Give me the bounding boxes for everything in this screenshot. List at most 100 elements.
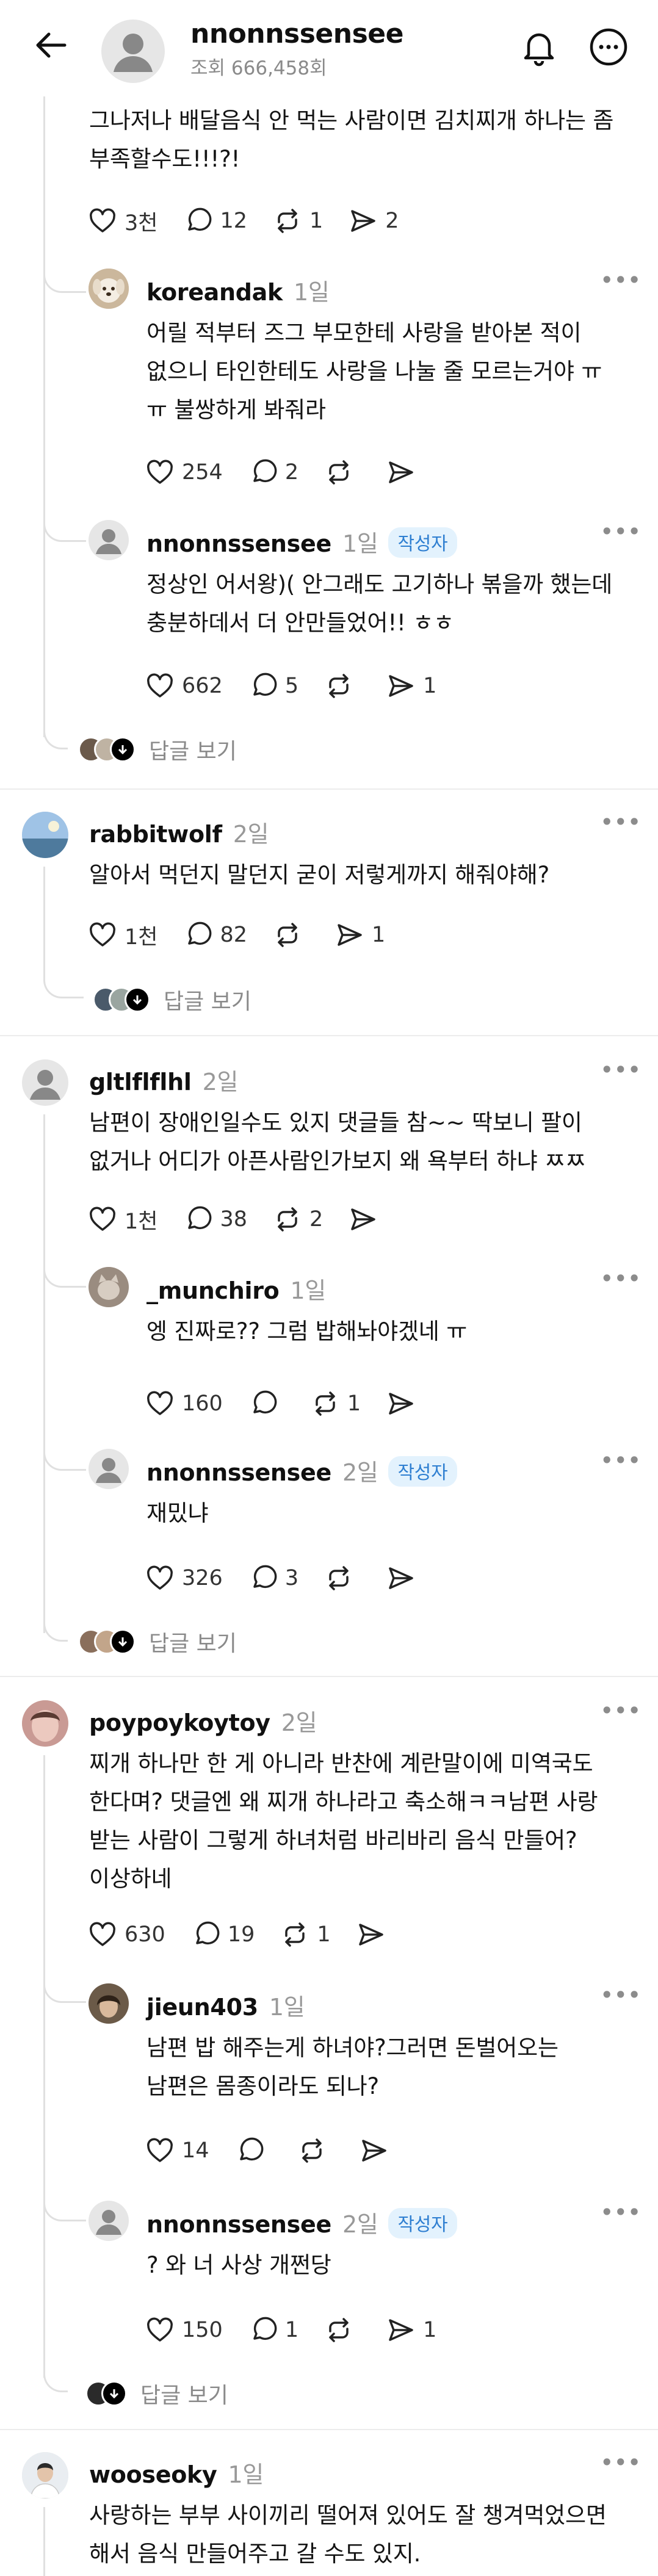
repost-button[interactable]: 2	[272, 1203, 323, 1235]
comment-username[interactable]: _munchiro 1일	[146, 1272, 326, 1305]
comment-time: 1일	[293, 279, 330, 306]
repost-button[interactable]: 1	[279, 1919, 331, 1950]
more-icon[interactable]: •••	[601, 520, 642, 543]
like-button[interactable]: 3천	[87, 205, 157, 237]
heart-icon	[90, 208, 115, 233]
comment-username[interactable]: rabbitwolf 2일	[89, 815, 269, 849]
reply-button[interactable]	[247, 1388, 285, 1420]
repost-icon	[329, 460, 349, 485]
comment-actions: 3천 12 1 2	[87, 204, 424, 238]
view-replies-link[interactable]: 답글 보기	[93, 984, 251, 1016]
repost-button[interactable]	[323, 456, 361, 488]
profile-avatar[interactable]	[101, 20, 165, 83]
bell-icon[interactable]	[519, 27, 559, 67]
more-options-icon[interactable]	[587, 26, 630, 68]
user-avatar[interactable]	[89, 1267, 129, 1307]
comment-username[interactable]: nnonnssensee 1일 작성자	[146, 525, 458, 558]
like-button[interactable]: 662	[144, 670, 223, 702]
user-avatar[interactable]	[22, 1700, 68, 1747]
share-button[interactable]	[385, 456, 423, 488]
reply-button[interactable]: 82	[182, 919, 247, 951]
comment-text: 알아서 먹던지 말던지 굳이 저렇게까지 해줘야해?	[89, 862, 550, 888]
repost-button[interactable]: 1	[272, 205, 323, 237]
repost-button[interactable]	[323, 670, 361, 702]
comment-username[interactable]: koreandak 1일	[146, 273, 330, 307]
more-icon[interactable]: •••	[601, 1699, 642, 1722]
like-button[interactable]: 14	[144, 2135, 209, 2167]
like-button[interactable]: 1천	[87, 1203, 157, 1235]
share-button[interactable]: 2	[347, 205, 399, 237]
repost-button[interactable]	[272, 919, 309, 951]
user-avatar[interactable]	[89, 1449, 129, 1489]
user-avatar[interactable]	[22, 1059, 68, 1106]
user-avatar[interactable]	[22, 2452, 68, 2498]
more-icon[interactable]: •••	[601, 1449, 642, 1472]
comment-time: 2일	[342, 1459, 378, 1486]
author-badge: 작성자	[388, 2208, 458, 2239]
reply-button[interactable]: 1	[247, 2314, 298, 2346]
like-button[interactable]: 254	[144, 456, 223, 488]
share-icon	[361, 2140, 386, 2162]
share-button[interactable]: 1	[385, 670, 436, 702]
view-replies-link[interactable]: 답글 보기	[78, 734, 237, 765]
comment-username[interactable]: wooseoky 1일	[89, 2456, 264, 2489]
share-button[interactable]	[347, 1203, 385, 1235]
user-avatar[interactable]	[89, 269, 129, 309]
profile-username[interactable]: nnonnssensee	[190, 18, 403, 49]
comment-username[interactable]: poypoykoytoy 2일	[89, 1704, 317, 1737]
reply-button[interactable]: 2	[247, 456, 298, 488]
heart-icon	[147, 2138, 173, 2162]
like-button[interactable]: 160	[144, 1388, 223, 1420]
more-icon[interactable]: •••	[601, 810, 642, 834]
reply-button[interactable]	[234, 2135, 272, 2167]
divider	[0, 2429, 658, 2430]
comment-text: 어릴 적부터 즈그 부모한테 사랑을 받아본 적이 없으니 타인한테도 사랑을 …	[146, 320, 602, 423]
reply-avatars	[93, 987, 150, 1012]
more-icon[interactable]: •••	[601, 1267, 642, 1290]
view-replies-link[interactable]: 답글 보기	[78, 1626, 237, 1658]
share-button[interactable]: 1	[334, 919, 385, 951]
like-button[interactable]: 630	[87, 1919, 165, 1950]
share-button[interactable]	[385, 1388, 423, 1420]
user-avatar[interactable]	[22, 812, 68, 858]
reply-button[interactable]: 19	[190, 1919, 255, 1950]
more-icon[interactable]: •••	[601, 269, 642, 292]
comment-username[interactable]: nnonnssensee 2일 작성자	[146, 2206, 458, 2239]
comment-text: 정상인 어서왕)( 안그래도 고기하나 볶을까 했는데 충분하데서 더 안만들었…	[146, 571, 613, 636]
repost-button[interactable]	[296, 2135, 334, 2167]
more-icon[interactable]: •••	[601, 1983, 642, 2007]
reply-button[interactable]: 3	[247, 1562, 298, 1594]
repost-icon	[278, 209, 297, 233]
comment-icon	[196, 1921, 220, 1945]
share-button[interactable]: 1	[385, 2314, 436, 2346]
repost-button[interactable]	[323, 2314, 361, 2346]
more-icon[interactable]: •••	[601, 2451, 642, 2474]
comment-username[interactable]: gltlflflhl 2일	[89, 1063, 238, 1097]
share-button[interactable]	[385, 1562, 423, 1594]
share-button[interactable]	[358, 2135, 396, 2167]
comment-actions: 1천 38 2	[87, 1202, 410, 1236]
more-icon[interactable]: •••	[601, 2201, 642, 2224]
repost-button[interactable]	[323, 1562, 361, 1594]
comment-text: 남편이 장애인일수도 있지 댓글들 참~~ 딱보니 팔이 없거나 어디가 아픈사…	[89, 1109, 586, 1174]
share-icon	[389, 461, 413, 483]
user-avatar[interactable]	[89, 520, 129, 560]
share-icon	[389, 1567, 413, 1589]
repost-button[interactable]: 1	[309, 1388, 361, 1420]
like-button[interactable]: 150	[144, 2314, 223, 2346]
reply-button[interactable]: 38	[182, 1203, 247, 1235]
user-avatar[interactable]	[89, 1983, 129, 2024]
reply-button[interactable]: 12	[182, 205, 247, 237]
reply-button[interactable]: 5	[247, 670, 298, 702]
more-icon[interactable]: •••	[601, 1058, 642, 1081]
reply-connector	[43, 2368, 68, 2392]
like-button[interactable]: 1천	[87, 919, 157, 951]
user-avatar[interactable]	[89, 2201, 129, 2241]
back-arrow-icon[interactable]	[32, 26, 71, 65]
share-button[interactable]	[355, 1919, 393, 1950]
like-button[interactable]: 326	[144, 1562, 223, 1594]
comment-time: 1일	[228, 2461, 264, 2488]
comment-username[interactable]: jieun403 1일	[146, 1988, 305, 2022]
comment-username[interactable]: nnonnssensee 2일 작성자	[146, 1454, 458, 1487]
view-replies-link[interactable]: 답글 보기	[85, 2378, 228, 2409]
